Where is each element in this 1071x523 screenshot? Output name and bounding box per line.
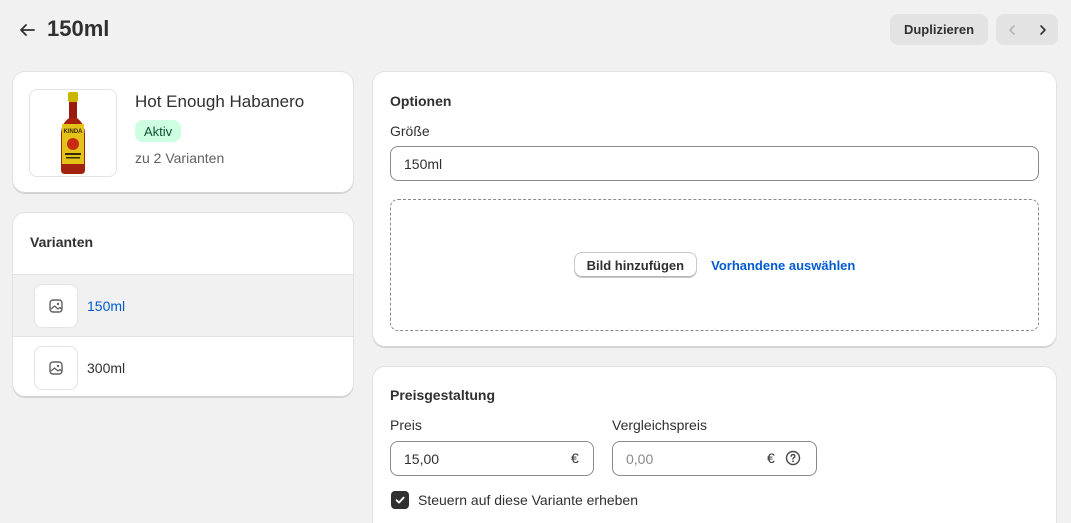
compare-price-label: Vergleichspreis xyxy=(612,417,707,433)
variant-label: 300ml xyxy=(87,359,126,376)
price-input[interactable]: 15,00 xyxy=(390,441,594,476)
size-input[interactable]: 150ml xyxy=(390,146,1039,181)
variant-row-150ml[interactable]: 150ml xyxy=(13,274,353,336)
price-label: Preis xyxy=(390,417,422,433)
previous-button[interactable] xyxy=(996,14,1027,45)
image-icon xyxy=(49,360,63,375)
page-title: 150ml xyxy=(47,16,110,41)
size-label: Größe xyxy=(390,123,430,139)
variant-image-placeholder xyxy=(34,283,78,328)
back-button[interactable] xyxy=(14,17,40,43)
variants-title: Varianten xyxy=(30,234,94,250)
product-name[interactable]: Hot Enough Habanero xyxy=(135,92,304,112)
add-image-button[interactable]: Bild hinzufügen xyxy=(573,252,698,278)
price-currency: € xyxy=(571,450,579,466)
chevron-right-icon xyxy=(1039,24,1046,35)
next-button[interactable] xyxy=(1027,14,1058,45)
variants-card: Varianten 150ml 300ml xyxy=(13,213,353,397)
variant-label: 150ml xyxy=(87,297,126,314)
compare-price-currency: € xyxy=(767,450,775,466)
pagination xyxy=(996,14,1058,45)
image-icon xyxy=(49,298,63,313)
arrow-left-icon xyxy=(20,24,35,36)
hot-sauce-bottle-image: KINDA xyxy=(61,92,85,174)
variant-count: zu 2 Varianten xyxy=(135,150,225,166)
question-circle-icon[interactable] xyxy=(785,450,801,466)
product-summary-card: KINDA Hot Enough Habanero Aktiv zu 2 Var… xyxy=(13,72,353,193)
variant-row-300ml[interactable]: 300ml xyxy=(13,336,353,397)
variant-image-placeholder xyxy=(34,345,78,390)
status-badge: Aktiv xyxy=(135,120,182,142)
checkmark-icon xyxy=(395,496,405,504)
image-dropzone[interactable]: Bild hinzufügen Vorhandene auswählen xyxy=(390,199,1039,331)
options-title: Optionen xyxy=(390,93,452,109)
product-image[interactable]: KINDA xyxy=(29,89,117,177)
select-existing-link[interactable]: Vorhandene auswählen xyxy=(711,258,855,273)
options-card: Optionen Größe 150ml Bild hinzufügen Vor… xyxy=(373,72,1056,347)
tax-checkbox-label[interactable]: Steuern auf diese Variante erheben xyxy=(418,491,638,509)
duplicate-button[interactable]: Duplizieren xyxy=(890,14,988,45)
top-bar: 150ml Duplizieren xyxy=(0,0,1071,60)
pricing-title: Preisgestaltung xyxy=(390,387,496,403)
tax-checkbox[interactable] xyxy=(391,491,409,509)
chevron-left-icon xyxy=(1008,24,1015,35)
pricing-card: Preisgestaltung Preis 15,00 € Vergleichs… xyxy=(373,367,1056,523)
svg-text:KINDA: KINDA xyxy=(64,129,84,135)
